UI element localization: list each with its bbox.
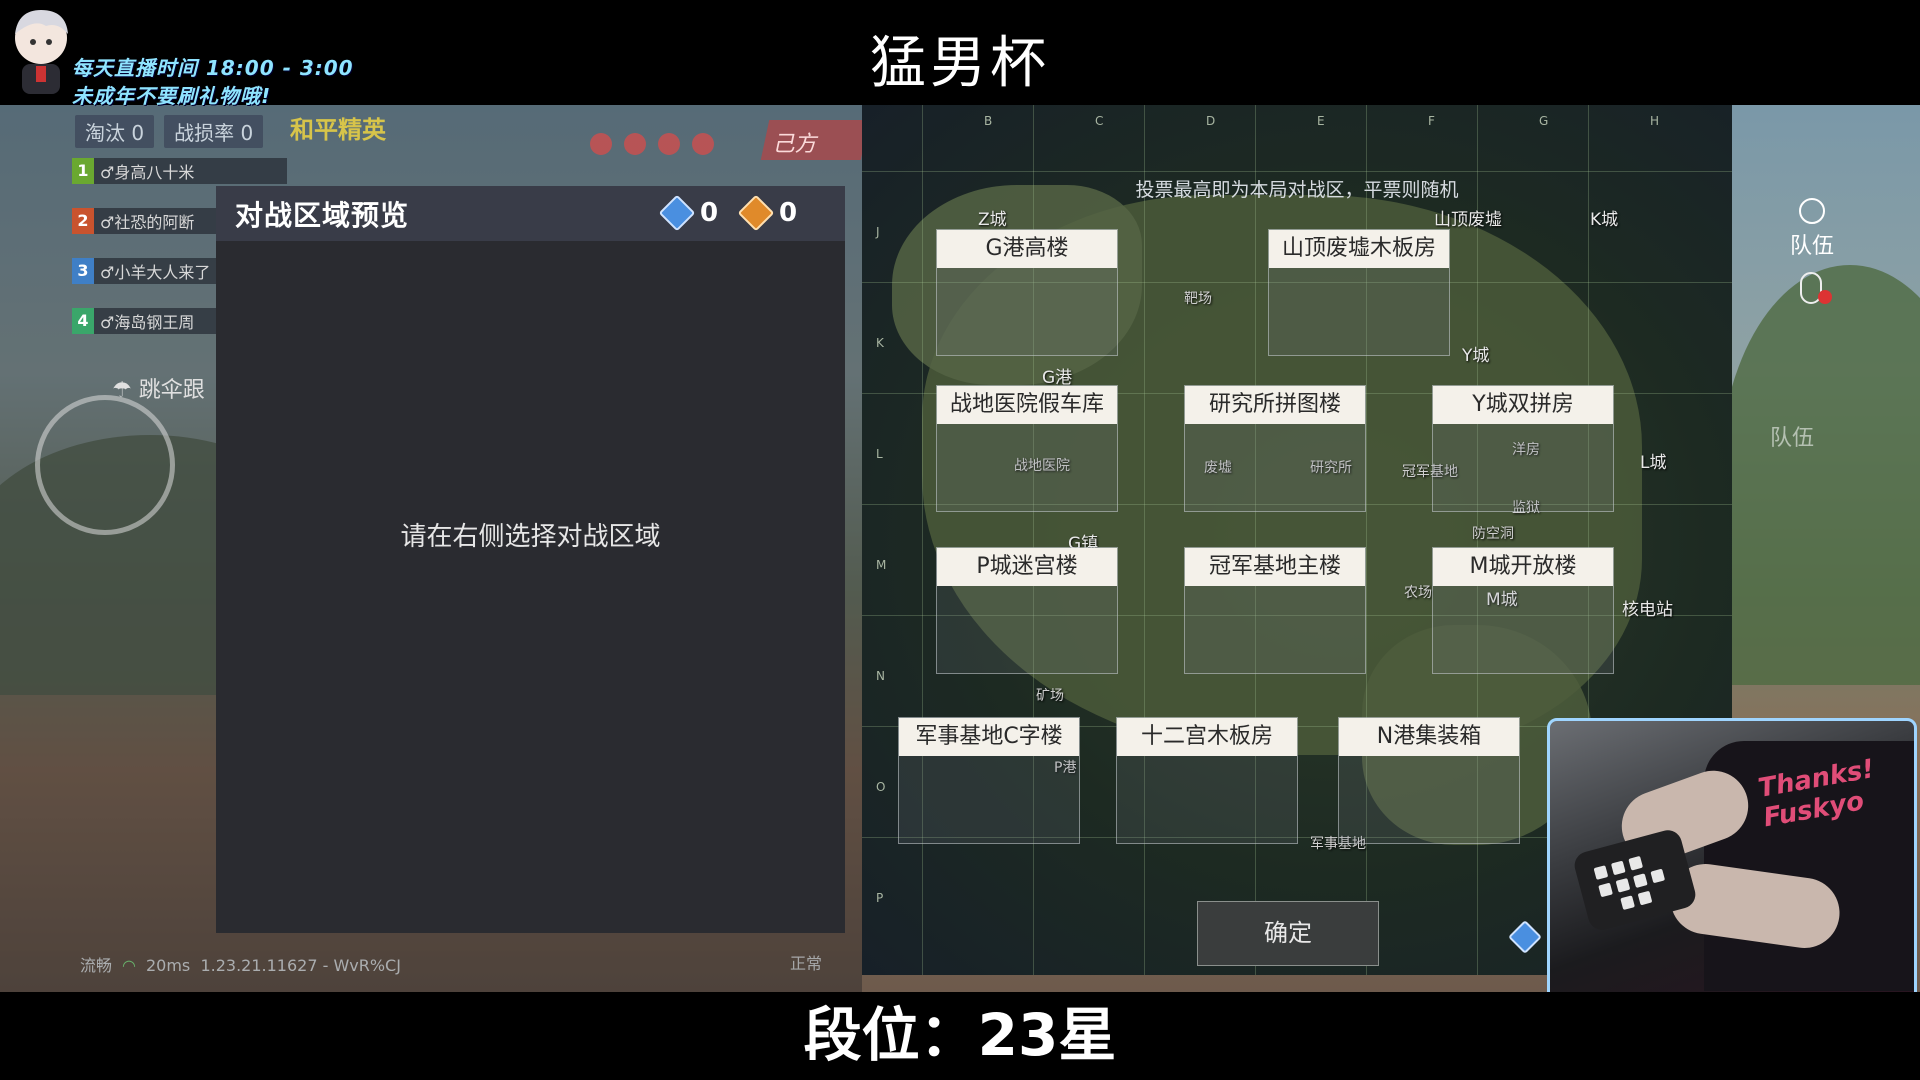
orange-diamond-icon [737,194,775,232]
normal-status: 正常 [790,954,823,973]
stream-title: 猛男杯 [870,31,1050,96]
mic-muted-badge [1818,290,1832,304]
place-name: 靶场 [1184,291,1212,307]
enemy-dot [692,133,714,155]
zone-champion-base-main[interactable]: 冠军基地主楼 [1184,547,1366,674]
grid-column-letter: E [1317,114,1325,128]
place-name: 山顶废墟 [1434,210,1502,230]
grid-column-letter: G [1539,114,1549,128]
place-name: 矿场 [1036,688,1064,704]
map-vote-hint: 投票最高即为本局对战区，平票则随机 [1135,179,1459,201]
zone-n-port-containers[interactable]: N港集装箱 [1338,717,1520,844]
place-name: 农场 [1404,585,1432,601]
orange-vote-counter: 0 [737,194,797,232]
zone-military-c-building[interactable]: 军事基地C字楼 [898,717,1080,844]
place-name: Z城 [978,210,1007,230]
zone-label: Y城双拼房 [1433,386,1613,424]
blue-diamond-icon [658,194,696,232]
grid-column-letter: B [984,114,993,128]
zone-panel-title: 对战区域预览 [235,198,410,232]
signal-icon: ◠ [122,956,136,975]
enemy-indicators [590,133,714,155]
joystick-ring[interactable] [35,395,175,535]
enemy-dot [658,133,680,155]
zone-label: M城开放楼 [1433,548,1613,586]
grid-column-letter: C [1095,114,1104,128]
zone-hospital-garage[interactable]: 战地医院假车库 [936,385,1118,512]
zone-g-port-tower[interactable]: G港高楼 [936,229,1118,356]
zone-p-city-maze[interactable]: P城迷宫楼 [936,547,1118,674]
grid-row-letter: K [876,336,884,350]
grid-row-letter: M [876,558,887,572]
eliminations-stat: 淘汰 0 [75,115,155,148]
place-name: 防空洞 [1472,526,1514,542]
network-status: 流畅 ◠ 20ms 1.23.21.11627 - WvR%CJ [80,956,401,975]
zone-empty-prompt: 请在右侧选择对战区域 [400,522,661,552]
place-name: Y城 [1462,346,1490,366]
confirm-button[interactable]: 确定 [1197,901,1379,966]
zone-label: G港高楼 [937,230,1117,268]
tree-shape [1720,265,1920,685]
zone-twelve-palace-house[interactable]: 十二宫木板房 [1116,717,1298,844]
team-icon [1799,198,1825,224]
enemy-dot [590,133,612,155]
place-name: 核电站 [1622,600,1673,620]
enemy-dot [624,133,646,155]
place-name: K城 [1590,210,1619,230]
hud-stats: 淘汰 0 战损率 0 [75,115,264,148]
team-button[interactable]: 队伍 [1790,198,1834,260]
grid-column-letter: D [1206,114,1216,128]
place-name: L城 [1640,453,1667,473]
grid-column-letter: F [1428,114,1435,128]
zone-label: 研究所拼图楼 [1185,386,1365,424]
zone-label: 山顶废墟木板房 [1269,230,1449,268]
zone-label: P城迷宫楼 [937,548,1117,586]
team-label-faded: 队伍 [1770,426,1815,451]
squad-member: 1 ♂身高八十米 [72,158,287,184]
loss-rate-stat: 战损率 0 [164,115,264,148]
zone-label: 十二宫木板房 [1117,718,1297,756]
grid-row-letter: L [876,447,883,461]
zone-hilltop-wooden-house[interactable]: 山顶废墟木板房 [1268,229,1450,356]
zone-label: 战地医院假车库 [937,386,1117,424]
zone-research-puzzle-building[interactable]: 研究所拼图楼 [1184,385,1366,512]
mode-label: 和平精英 [290,116,386,144]
zone-label: 军事基地C字楼 [899,718,1079,756]
grid-row-letter: O [876,780,886,794]
grid-row-letter: N [876,669,885,683]
grid-column-letter: H [1650,114,1660,128]
zone-m-city-open[interactable]: M城开放楼 [1432,547,1614,674]
zone-label: 冠军基地主楼 [1185,548,1365,586]
grid-row-letter: P [876,891,884,905]
zone-y-city-duplex[interactable]: Y城双拼房 [1432,385,1614,512]
team-banner: 己方 [760,120,870,160]
grid-row-letter: J [876,225,880,239]
rank-caption: 段位：23星 [803,1001,1117,1069]
zone-preview-panel: 对战区域预览 0 0 请在右侧选择对战区域 [216,186,845,933]
zone-label: N港集装箱 [1339,718,1519,756]
blue-vote-counter: 0 [658,194,718,232]
